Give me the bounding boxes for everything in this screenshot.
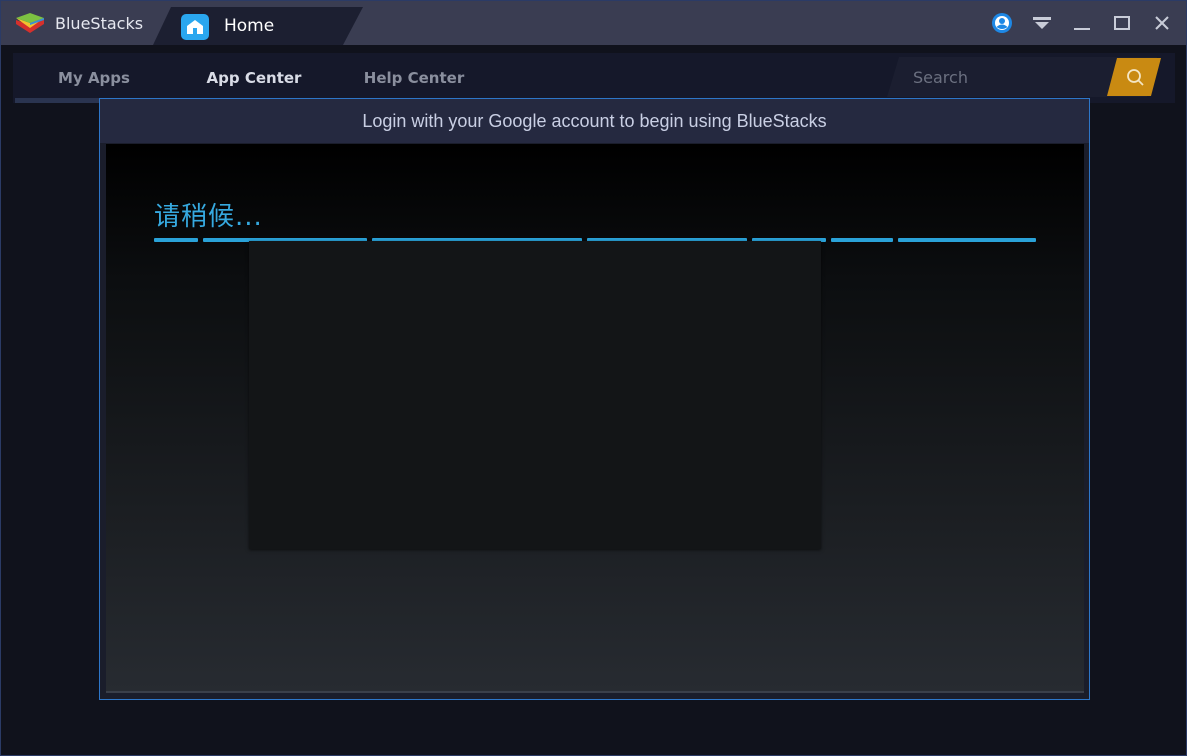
dialog-header: Login with your Google account to begin …: [100, 99, 1089, 143]
search-box: [887, 57, 1167, 97]
home-tab-label: Home: [224, 16, 275, 36]
loading-bar-segment: [831, 238, 893, 242]
tab-app-center[interactable]: App Center: [175, 53, 333, 103]
search-icon: [1127, 69, 1144, 86]
loading-bar-segment: [898, 238, 1036, 242]
dialog-body: 请稍候...: [106, 144, 1084, 693]
tab-my-apps[interactable]: My Apps: [15, 53, 173, 103]
menu-button[interactable]: [1022, 1, 1062, 45]
close-icon: [1155, 16, 1169, 30]
home-tab[interactable]: Home: [153, 7, 363, 45]
home-icon: [181, 14, 209, 40]
login-content-panel: [249, 241, 821, 549]
brand-name: BlueStacks: [55, 13, 144, 33]
bluestacks-logo-icon: [16, 13, 44, 33]
minimize-icon: [1074, 28, 1090, 30]
app-brand: BlueStacks: [1, 1, 161, 45]
minimize-button[interactable]: [1062, 1, 1102, 45]
tab-my-apps-label: My Apps: [58, 69, 130, 87]
tab-help-center-label: Help Center: [363, 69, 465, 87]
please-wait-text: 请稍候...: [154, 202, 263, 232]
account-button[interactable]: [982, 1, 1022, 45]
tab-help-center[interactable]: Help Center: [335, 53, 493, 103]
nav-bar: My Apps App Center Help Center: [13, 53, 1175, 103]
search-button[interactable]: [1113, 57, 1157, 97]
tab-app-center-label: App Center: [206, 69, 302, 87]
maximize-icon: [1114, 16, 1130, 30]
search-input[interactable]: [909, 57, 1124, 97]
account-icon: [992, 13, 1012, 33]
window-controls: [982, 1, 1186, 45]
maximize-button[interactable]: [1102, 1, 1142, 45]
close-button[interactable]: [1142, 1, 1182, 45]
title-bar: BlueStacks Home: [1, 1, 1186, 45]
login-dialog: Login with your Google account to begin …: [99, 98, 1090, 700]
loading-bar-segment: [154, 238, 198, 242]
dialog-title: Login with your Google account to begin …: [362, 110, 827, 131]
dropdown-menu-icon: [1033, 17, 1051, 29]
bluestacks-window: BlueStacks Home My Apps App Center Help …: [0, 0, 1187, 756]
